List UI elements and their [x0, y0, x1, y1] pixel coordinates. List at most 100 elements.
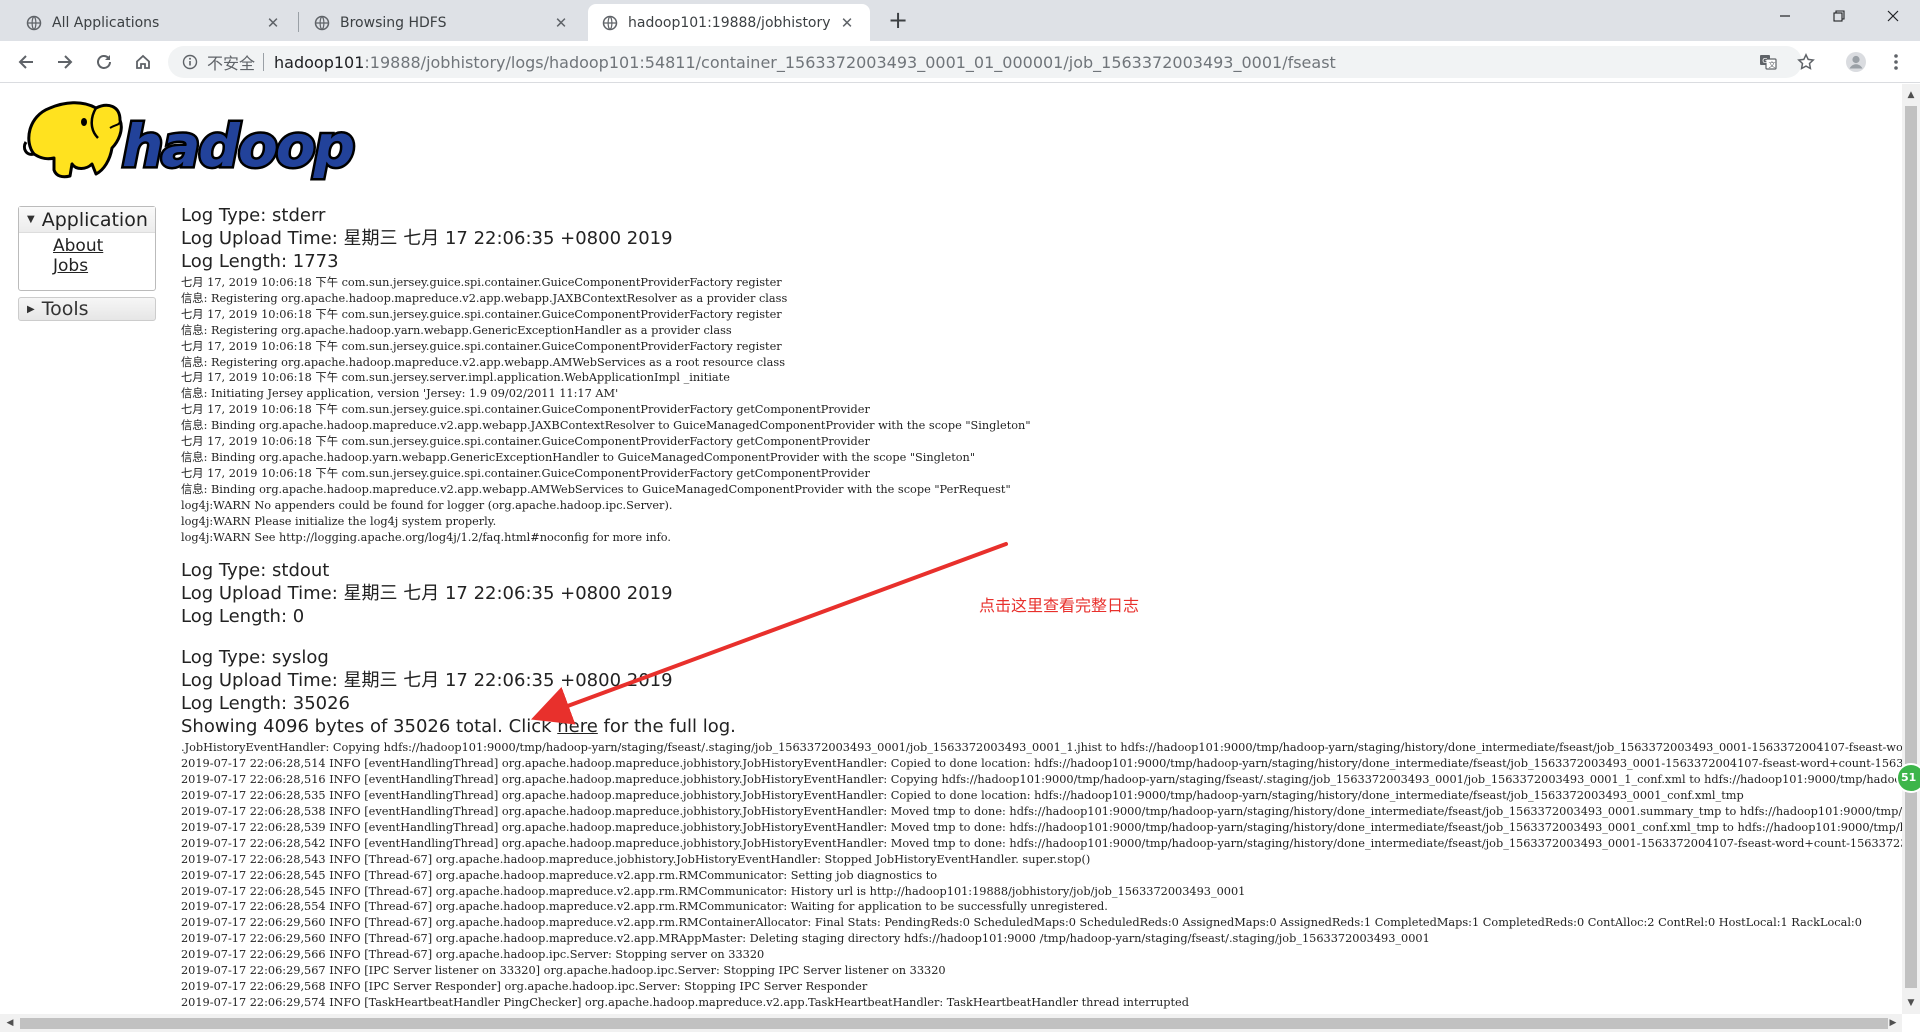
- log-line: 七月 17, 2019 10:06:18 下午 com.sun.jersey.s…: [181, 371, 730, 385]
- elephant-icon: [22, 101, 123, 179]
- profile-button[interactable]: [1842, 48, 1870, 76]
- vertical-scroll-thumb[interactable]: [1905, 106, 1917, 988]
- log-line: 2019-07-17 22:06:29,568 INFO [IPC Server…: [181, 980, 868, 993]
- more-vert-icon: [1894, 54, 1898, 70]
- scroll-left-icon[interactable]: ◀: [1, 1014, 19, 1032]
- log-line: 2019-07-17 22:06:28,538 INFO [eventHandl…: [181, 805, 1902, 819]
- new-tab-button[interactable]: +: [884, 7, 912, 35]
- log-line: 2019-07-17 22:06:29,560 INFO [Thread-67]…: [181, 932, 1430, 946]
- translate-button[interactable]: G文: [1754, 48, 1782, 76]
- tab-title: All Applications: [52, 14, 160, 31]
- svg-text:G: G: [1762, 57, 1767, 65]
- log-line: 信息: Registering org.apache.hadoop.mapred…: [181, 291, 788, 305]
- arrow-right-icon: [58, 55, 73, 69]
- full-log-link[interactable]: here: [557, 716, 598, 737]
- back-button[interactable]: [12, 48, 40, 76]
- syslog-log-text: .JobHistoryEventHandler: Copying hdfs://…: [181, 740, 1902, 1010]
- log-line: 七月 17, 2019 10:06:18 下午 com.sun.jersey.g…: [181, 403, 870, 417]
- tools-menu-header[interactable]: ▶ Tools: [18, 297, 156, 321]
- hadoop-wordmark: hadoop: [122, 112, 354, 180]
- log-line: 信息: Registering org.apache.hadoop.mapred…: [181, 355, 786, 369]
- url-host: hadoop101: [274, 52, 365, 72]
- syslog-showing-line: Showing 4096 bytes of 35026 total. Click…: [181, 715, 1902, 738]
- log-line: 七月 17, 2019 10:06:18 下午 com.sun.jersey.g…: [181, 339, 782, 353]
- vertical-scrollbar[interactable]: ▲ ▼: [1902, 84, 1920, 1014]
- page-viewport: hadoop ▼ Application About Jobs ▶ Tools …: [0, 84, 1902, 1014]
- tab-browsing-hdfs[interactable]: Browsing HDFS ✕: [300, 4, 584, 41]
- close-icon[interactable]: ✕: [552, 14, 570, 32]
- scroll-up-icon[interactable]: ▲: [1902, 86, 1920, 104]
- log-line: 2019-07-17 22:06:29,567 INFO [IPC Server…: [181, 964, 946, 978]
- sidebar: ▼ Application About Jobs ▶ Tools: [18, 206, 156, 321]
- syslog-log-type: Log Type: syslog: [181, 647, 329, 669]
- triangle-down-icon: ▼: [27, 214, 35, 225]
- stderr-log-type: Log Type: stderr: [181, 205, 326, 226]
- log-line: 信息: Binding org.apache.hadoop.mapreduce.…: [181, 482, 1011, 496]
- info-icon[interactable]: [182, 54, 198, 70]
- scroll-right-icon[interactable]: ▶: [1884, 1014, 1902, 1032]
- avatar-icon: [1846, 52, 1866, 72]
- log-line: 2019-07-17 22:06:28,554 INFO [Thread-67]…: [181, 900, 1108, 914]
- log-line: log4j:WARN No appenders could be found f…: [181, 498, 673, 512]
- tab-all-applications[interactable]: All Applications ✕: [12, 4, 296, 41]
- minimize-button[interactable]: [1758, 0, 1812, 32]
- sidebar-link-about[interactable]: About: [19, 236, 155, 256]
- forward-button[interactable]: [51, 48, 79, 76]
- triangle-right-icon: ▶: [27, 303, 35, 315]
- application-menu: ▼ Application About Jobs: [18, 206, 156, 291]
- log-line: log4j:WARN Please initialize the log4j s…: [181, 514, 497, 528]
- scroll-down-icon[interactable]: ▼: [1902, 994, 1920, 1012]
- log-line: 2019-07-17 22:06:29,574 INFO [TaskHeartb…: [181, 995, 1189, 1009]
- translate-icon: G文: [1760, 55, 1777, 70]
- close-icon[interactable]: ✕: [838, 14, 856, 32]
- tab-jobhistory[interactable]: hadoop101:19888/jobhistory/l ✕: [588, 4, 870, 41]
- log-line: 2019-07-17 22:06:29,560 INFO [Thread-67]…: [181, 916, 1862, 930]
- browser-toolbar: 不安全 hadoop101:19888/jobhistory/logs/hado…: [0, 41, 1920, 83]
- log-line: 信息: Registering org.apache.hadoop.yarn.w…: [181, 323, 732, 337]
- log-line: 七月 17, 2019 10:06:18 下午 com.sun.jersey.g…: [181, 466, 870, 480]
- globe-icon: [602, 15, 618, 30]
- log-line: 2019-07-17 22:06:28,514 INFO [eventHandl…: [181, 757, 1902, 771]
- security-label[interactable]: 不安全: [207, 50, 255, 74]
- annotation-text: 点击这里查看完整日志: [979, 596, 1140, 615]
- close-icon: [1887, 10, 1899, 22]
- log-line: 信息: Binding org.apache.hadoop.yarn.webap…: [181, 450, 976, 464]
- log-line: 七月 17, 2019 10:06:18 下午 com.sun.jersey.g…: [181, 307, 782, 321]
- close-icon[interactable]: ✕: [264, 14, 282, 32]
- log-line: 2019-07-17 22:06:28,545 INFO [Thread-67]…: [181, 884, 1246, 898]
- stderr-log-length: Log Length: 1773: [181, 251, 339, 272]
- restore-button[interactable]: [1812, 0, 1866, 32]
- tools-menu-label: Tools: [41, 298, 89, 320]
- arrow-left-icon: [18, 55, 33, 69]
- restore-icon: [1833, 10, 1845, 22]
- application-menu-header[interactable]: ▼ Application: [19, 207, 155, 233]
- reload-button[interactable]: [90, 48, 118, 76]
- tab-title: Browsing HDFS: [340, 14, 447, 31]
- horizontal-scrollbar[interactable]: ◀ ▶: [0, 1014, 1902, 1032]
- tab-strip: All Applications ✕ Browsing HDFS ✕ hadoo…: [0, 0, 1920, 41]
- log-line: 2019-07-17 22:06:29,566 INFO [Thread-67]…: [181, 948, 765, 962]
- stdout-log-type: Log Type: stdout: [181, 560, 330, 582]
- horizontal-scroll-thumb[interactable]: [20, 1018, 1888, 1029]
- log-line: 2019-07-17 22:06:28,539 INFO [eventHandl…: [181, 820, 1902, 834]
- close-window-button[interactable]: [1866, 0, 1920, 32]
- hadoop-logo: hadoop: [22, 101, 358, 183]
- bookmark-button[interactable]: [1792, 48, 1820, 76]
- log-line: .JobHistoryEventHandler: Copying hdfs://…: [181, 741, 1902, 755]
- syslog-upload-time: Log Upload Time: 星期三 七月 17 22:06:35 +080…: [181, 670, 673, 692]
- home-button[interactable]: [129, 48, 157, 76]
- star-icon: [1797, 53, 1815, 70]
- stderr-log-text: 七月 17, 2019 10:06:18 下午 com.sun.jersey.g…: [181, 275, 1902, 545]
- menu-button[interactable]: [1882, 48, 1910, 76]
- home-icon: [136, 54, 150, 69]
- log-line: 2019-07-17 22:06:28,543 INFO [Thread-67]…: [181, 852, 1091, 866]
- log-line: log4j:WARN See http://logging.apache.org…: [181, 530, 671, 544]
- application-menu-label: Application: [41, 208, 148, 231]
- application-menu-links: About Jobs: [19, 233, 155, 290]
- sidebar-link-jobs[interactable]: Jobs: [19, 256, 155, 276]
- floating-badge[interactable]: 51: [1896, 763, 1920, 793]
- address-divider: [263, 53, 265, 71]
- address-bar[interactable]: 不安全 hadoop101:19888/jobhistory/logs/hado…: [168, 46, 1802, 78]
